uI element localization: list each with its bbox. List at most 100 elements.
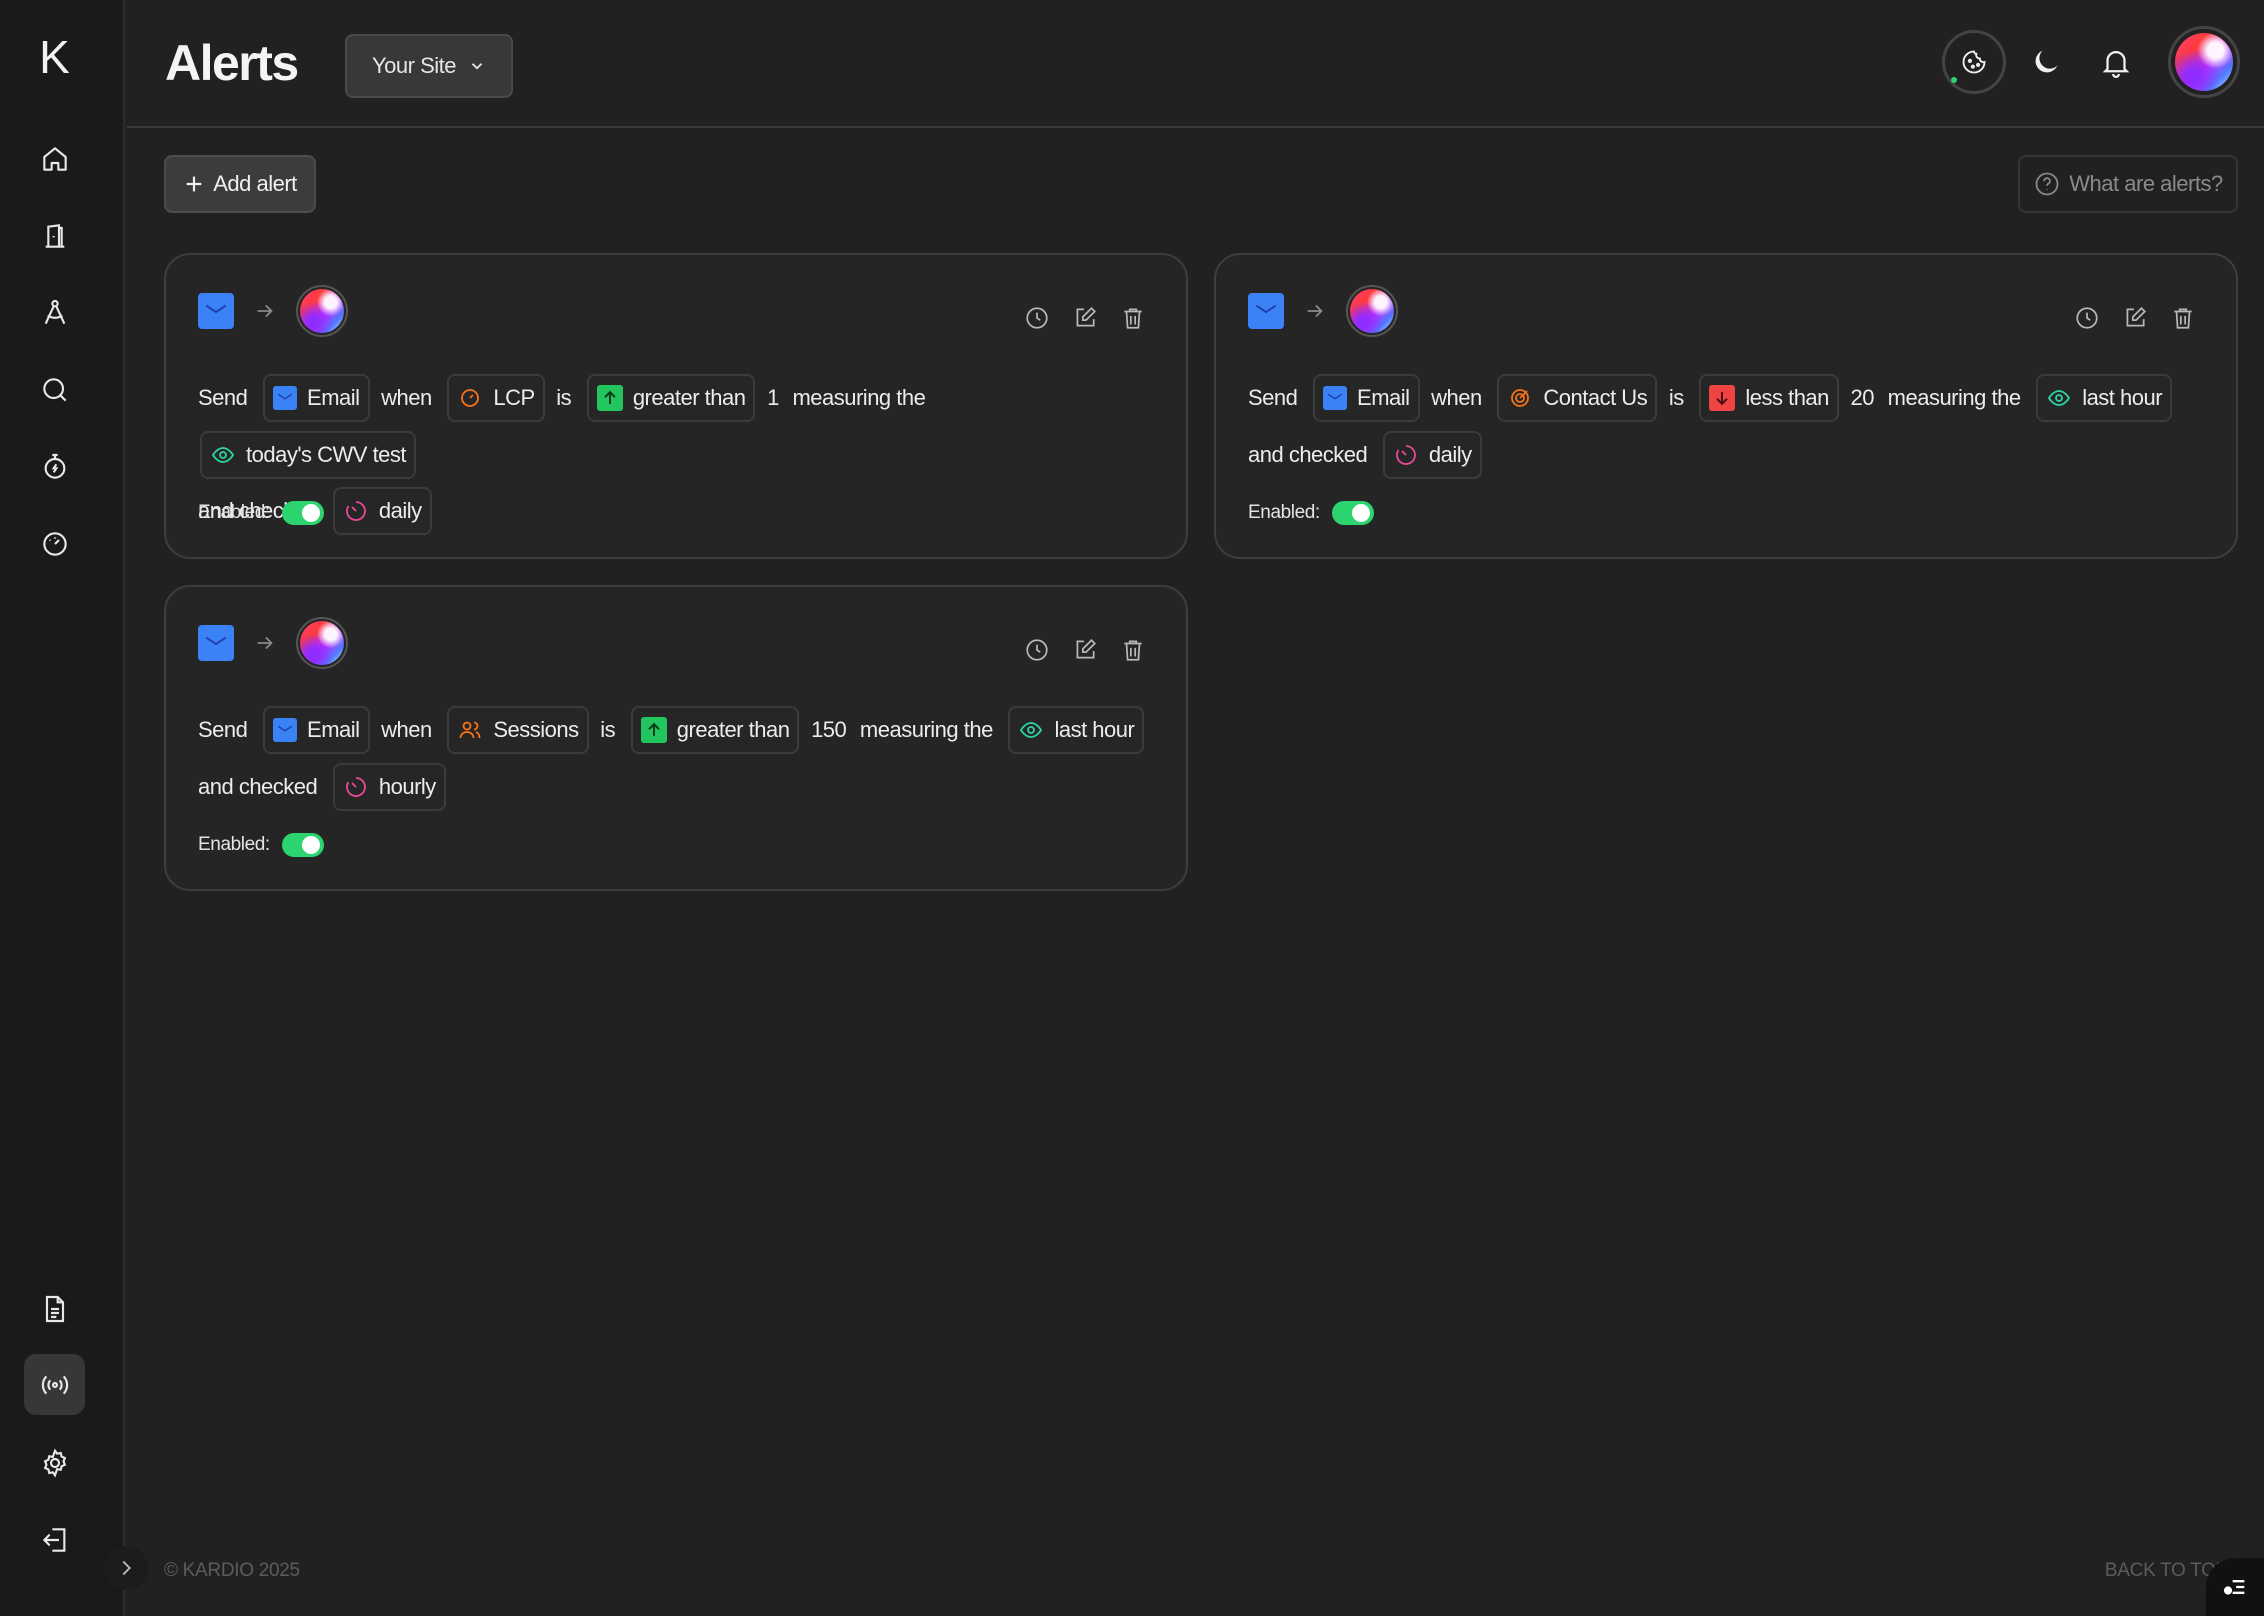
history-icon[interactable]: [2074, 305, 2100, 331]
sidebar-expand-button[interactable]: [104, 1546, 148, 1590]
email-channel-icon: [1248, 293, 1284, 329]
edit-icon[interactable]: [1072, 637, 1098, 663]
compass-icon[interactable]: [24, 282, 85, 343]
add-alert-label: Add alert: [213, 171, 297, 196]
copyright: © KARDIO 2025: [164, 1560, 300, 1581]
enabled-label: Enabled:: [1248, 502, 1320, 523]
alert-rule: Send Email when Contact Us is less than …: [1246, 369, 2206, 483]
gauge-icon[interactable]: [24, 513, 85, 574]
recipient-avatar: [296, 285, 348, 337]
page-title: Alerts: [165, 35, 299, 91]
rule-text: and checked: [1248, 442, 1368, 468]
frequency-pill[interactable]: hourly: [332, 763, 446, 812]
enabled-label: Enabled:: [198, 502, 270, 523]
alert-card: Send Email when Contact Us is less than …: [1214, 253, 2238, 559]
history-icon[interactable]: [1024, 637, 1050, 663]
rule-text: when: [381, 385, 432, 411]
enabled-toggle[interactable]: [1331, 501, 1374, 525]
frequency-label: hourly: [378, 774, 436, 800]
metric-pill[interactable]: LCP: [447, 374, 545, 423]
recipient-avatar: [296, 617, 348, 669]
metric-label: Contact Us: [1543, 385, 1648, 411]
metric-pill[interactable]: Sessions: [447, 706, 589, 755]
alert-rule: Send Email when Sessions is greater than…: [196, 701, 1156, 815]
enabled-label: Enabled:: [198, 834, 270, 855]
frequency-label: daily: [378, 498, 422, 524]
eye-icon: [2046, 385, 2072, 411]
threshold-value[interactable]: 20: [1851, 370, 1875, 426]
arrow-up-icon: [596, 385, 623, 412]
what-are-alerts-label: What are alerts?: [2069, 171, 2223, 196]
arrow-right-icon: [257, 636, 273, 650]
rule-text: and checked: [198, 774, 318, 800]
period-pill[interactable]: today's CWV test: [200, 431, 417, 480]
metric-pill[interactable]: Contact Us: [1497, 374, 1658, 423]
home-icon[interactable]: [24, 128, 85, 189]
channel-pill[interactable]: Email: [1313, 374, 1420, 423]
comparison-pill[interactable]: greater than: [630, 706, 800, 755]
rule-text: measuring the: [859, 717, 993, 743]
user-avatar[interactable]: [2168, 26, 2240, 98]
eye-icon: [210, 442, 236, 468]
gauge-icon: [457, 385, 483, 411]
enabled-row: Enabled:: [1248, 501, 1374, 525]
door-icon[interactable]: [24, 205, 85, 266]
site-select[interactable]: Your Site: [345, 34, 513, 98]
frequency-label: daily: [1428, 442, 1472, 468]
settings-toggle-icon[interactable]: [2206, 1558, 2264, 1616]
document-icon[interactable]: [24, 1278, 85, 1339]
what-are-alerts-button[interactable]: What are alerts?: [2018, 155, 2238, 213]
moon-icon[interactable]: [2014, 30, 2078, 94]
trash-icon[interactable]: [1120, 305, 1146, 331]
frequency-pill[interactable]: daily: [332, 487, 432, 536]
rule-text: Send: [198, 385, 248, 411]
trash-icon[interactable]: [1120, 637, 1146, 663]
period-label: today's CWV test: [246, 442, 407, 468]
rule-text: is: [600, 717, 616, 743]
search-icon[interactable]: [24, 359, 85, 420]
bell-icon[interactable]: [2084, 30, 2148, 94]
alert-card: Send Email when LCP is greater than 1 me…: [164, 253, 1188, 559]
period-pill[interactable]: last hour: [1008, 706, 1145, 755]
alert-card: Send Email when Sessions is greater than…: [164, 585, 1188, 891]
rule-text: Send: [1248, 385, 1298, 411]
logout-icon[interactable]: [24, 1509, 85, 1570]
comparison-pill[interactable]: greater than: [586, 374, 756, 423]
period-pill[interactable]: last hour: [2036, 374, 2173, 423]
chevron-down-icon: [471, 63, 483, 70]
broadcast-icon[interactable]: [24, 1354, 85, 1415]
trash-icon[interactable]: [2170, 305, 2196, 331]
comparison-pill[interactable]: less than: [1699, 374, 1839, 423]
channel-pill[interactable]: Email: [263, 374, 370, 423]
channel-pill[interactable]: Email: [263, 706, 370, 755]
threshold-value[interactable]: 150: [811, 702, 847, 758]
app-logo[interactable]: K: [0, 30, 108, 84]
timer-icon[interactable]: [24, 436, 85, 497]
email-channel-icon: [198, 293, 234, 329]
timer-icon: [343, 774, 369, 800]
add-alert-button[interactable]: Add alert: [164, 155, 316, 213]
arrow-right-icon: [257, 304, 273, 318]
arrow-right-icon: [1307, 304, 1323, 318]
rule-text: is: [556, 385, 572, 411]
rule-text: is: [1668, 385, 1684, 411]
comparison-label: greater than: [676, 717, 790, 743]
comparison-label: greater than: [632, 385, 746, 411]
history-icon[interactable]: [1024, 305, 1050, 331]
comparison-label: less than: [1745, 385, 1829, 411]
gear-icon[interactable]: [24, 1432, 85, 1493]
frequency-pill[interactable]: daily: [1382, 431, 1482, 480]
cookie-icon[interactable]: [1942, 30, 2006, 94]
users-icon: [457, 717, 483, 743]
mail-icon: [273, 386, 298, 411]
rule-text: Send: [198, 717, 248, 743]
rule-text: measuring the: [1887, 385, 2021, 411]
threshold-value[interactable]: 1: [767, 370, 779, 426]
enabled-row: Enabled:: [198, 833, 324, 857]
enabled-toggle[interactable]: [281, 501, 324, 525]
arrow-up-icon: [640, 717, 667, 744]
rule-text: when: [381, 717, 432, 743]
edit-icon[interactable]: [1072, 305, 1098, 331]
enabled-toggle[interactable]: [281, 833, 324, 857]
edit-icon[interactable]: [2122, 305, 2148, 331]
